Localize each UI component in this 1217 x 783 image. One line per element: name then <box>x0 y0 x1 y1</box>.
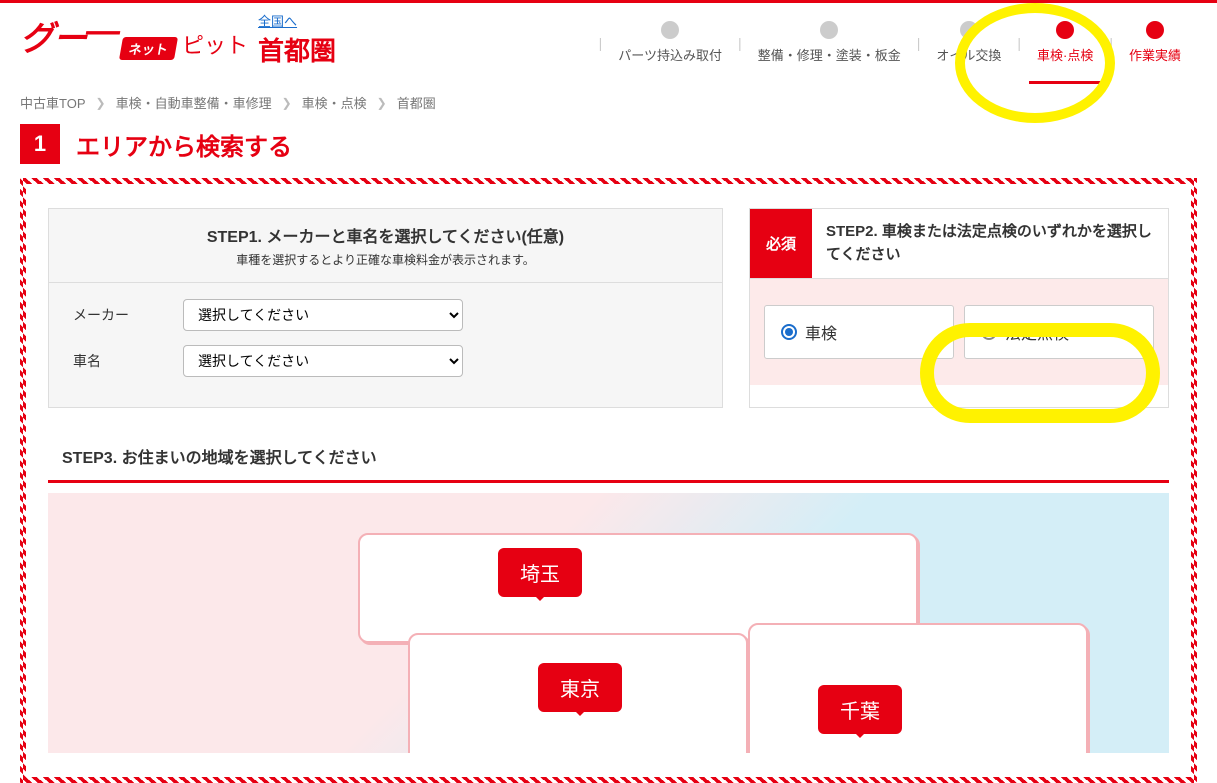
step3-title: STEP3. お住まいの地域を選択してください <box>48 432 1169 483</box>
nav-item-oil[interactable]: オイル交換 <box>920 21 1017 64</box>
chevron-right-icon: ❯ <box>282 96 292 110</box>
chevron-right-icon: ❯ <box>377 96 387 110</box>
nav-label: 整備・修理・塗装・板金 <box>758 45 901 64</box>
radio-label: 法定点検 <box>1005 320 1069 344</box>
factory-icon <box>1146 21 1164 39</box>
step2-title: STEP2. 車検または法定点検のいずれかを選択してください <box>812 209 1168 278</box>
site-header: グー— ネット ピット 全国へ 首都圏 | パーツ持込み取付 | 整備・修理・塗… <box>0 3 1217 68</box>
logo-pit-text: ピット <box>182 28 248 60</box>
radio-shaken[interactable]: 車検 <box>764 305 954 359</box>
breadcrumb: 中古車TOP ❯ 車検・自動車整備・車修理 ❯ 車検・点検 ❯ 首都圏 <box>0 68 1217 124</box>
nav-item-works[interactable]: 作業実績 <box>1113 21 1197 64</box>
maker-label: メーカー <box>73 305 183 325</box>
section-number-badge: 1 <box>20 124 60 164</box>
nav-item-inspection[interactable]: 車検·点検 <box>1021 21 1109 64</box>
parts-icon <box>661 21 679 39</box>
nav-label: オイル交換 <box>936 45 1001 64</box>
nav-label: 車検·点検 <box>1037 45 1093 64</box>
main-nav: | パーツ持込み取付 | 整備・修理・塗装・板金 | オイル交換 | 車検·点検… <box>599 21 1197 64</box>
breadcrumb-link[interactable]: 車検・点検 <box>302 93 367 112</box>
radio-icon <box>781 324 797 340</box>
region-title: 首都圏 <box>258 31 336 68</box>
nationwide-link[interactable]: 全国へ <box>258 14 297 29</box>
logo-goo-text: グー— <box>20 11 119 60</box>
gear-icon <box>820 21 838 39</box>
maker-select[interactable]: 選択してください <box>183 299 463 331</box>
breadcrumb-current: 首都圏 <box>397 93 436 112</box>
logo-net-badge: ネット <box>119 37 178 60</box>
logo[interactable]: グー— ネット ピット <box>20 11 248 60</box>
oil-drop-icon <box>960 21 978 39</box>
nav-item-parts[interactable]: パーツ持込み取付 <box>602 21 738 64</box>
carname-label: 車名 <box>73 351 183 371</box>
step2-card: 必須 STEP2. 車検または法定点検のいずれかを選択してください 車検 法定点… <box>749 208 1169 408</box>
radio-houtei[interactable]: 法定点検 <box>964 305 1154 359</box>
region-button-saitama[interactable]: 埼玉 <box>498 548 582 597</box>
radio-icon <box>981 324 997 340</box>
search-panel: STEP1. メーカーと車名を選択してください(任意) 車種を選択するとより正確… <box>20 178 1197 783</box>
nav-label: パーツ持込み取付 <box>618 45 722 64</box>
carname-select[interactable]: 選択してください <box>183 345 463 377</box>
region-button-tokyo[interactable]: 東京 <box>538 663 622 712</box>
nav-item-maintenance[interactable]: 整備・修理・塗装・板金 <box>742 21 917 64</box>
inspection-icon <box>1056 21 1074 39</box>
section-title-text: エリアから検索する <box>76 127 292 162</box>
step1-card: STEP1. メーカーと車名を選択してください(任意) 車種を選択するとより正確… <box>48 208 723 408</box>
region-map: 埼玉 東京 千葉 <box>48 493 1169 753</box>
region-button-chiba[interactable]: 千葉 <box>818 685 902 734</box>
region-shape-chiba <box>748 623 1088 753</box>
breadcrumb-link[interactable]: 車検・自動車整備・車修理 <box>116 93 272 112</box>
required-badge: 必須 <box>750 209 812 278</box>
active-underline <box>1029 81 1101 84</box>
chevron-right-icon: ❯ <box>96 96 106 110</box>
radio-label: 車検 <box>805 320 837 344</box>
section-header: 1 エリアから検索する <box>0 124 1217 178</box>
breadcrumb-link[interactable]: 中古車TOP <box>20 93 86 112</box>
nav-label: 作業実績 <box>1129 45 1181 64</box>
step3-card: STEP3. お住まいの地域を選択してください 埼玉 東京 千葉 <box>48 432 1169 753</box>
step1-subtitle: 車種を選択するとより正確な車検料金が表示されます。 <box>63 251 708 268</box>
step1-title: STEP1. メーカーと車名を選択してください(任意) <box>63 223 708 247</box>
